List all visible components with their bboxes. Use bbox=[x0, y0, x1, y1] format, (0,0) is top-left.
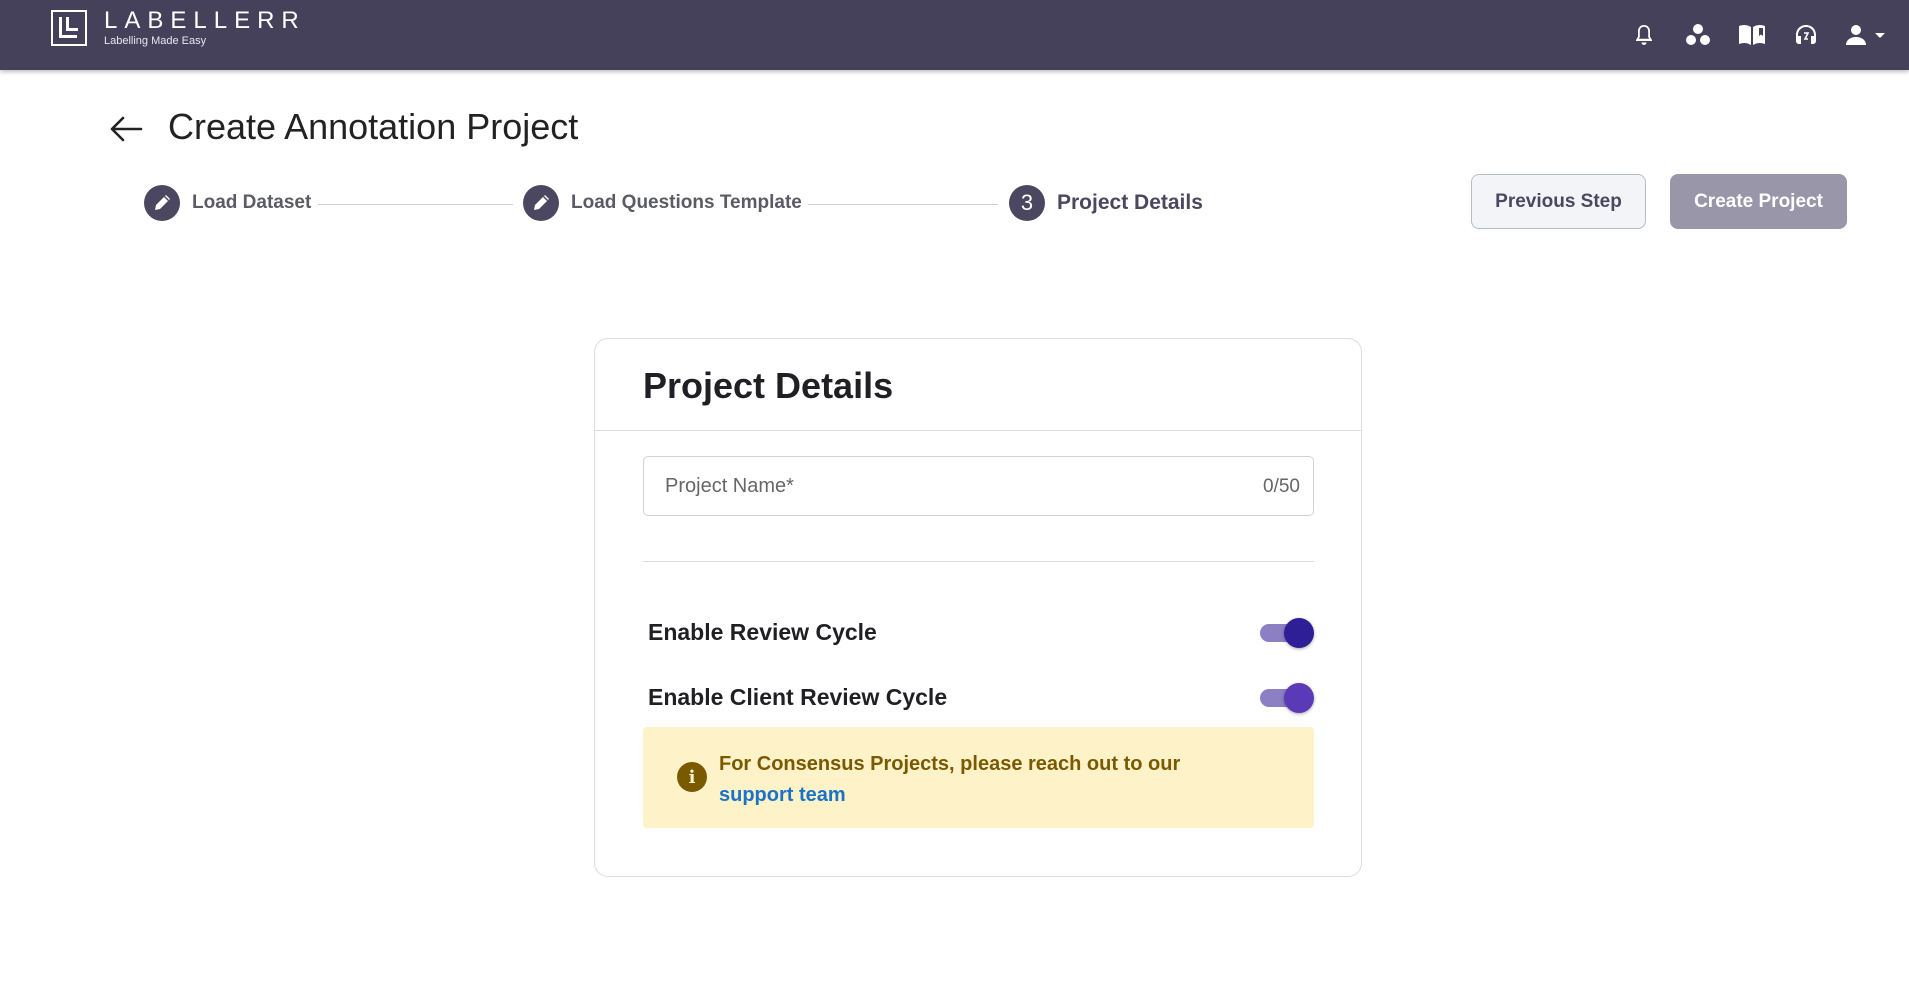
step-load-dataset[interactable]: Load Dataset bbox=[144, 185, 311, 221]
info-message: For Consensus Projects, please reach out… bbox=[719, 749, 1279, 811]
project-details-card: Project Details Project Name* 0/50 Enabl… bbox=[594, 338, 1362, 877]
logo-mark-icon bbox=[51, 10, 87, 46]
character-counter: 0/50 bbox=[1263, 476, 1300, 497]
client-review-cycle-label: Enable Client Review Cycle bbox=[648, 683, 948, 710]
info-icon: i bbox=[677, 762, 707, 792]
divider bbox=[595, 430, 1361, 431]
project-name-field[interactable]: Project Name* 0/50 bbox=[643, 456, 1314, 516]
pencil-icon bbox=[144, 185, 180, 221]
support-headset-icon[interactable] bbox=[1791, 20, 1821, 50]
review-cycle-row: Enable Review Cycle bbox=[648, 614, 1314, 650]
consensus-info-alert: i For Consensus Projects, please reach o… bbox=[643, 727, 1314, 828]
divider bbox=[643, 561, 1314, 562]
review-cycle-toggle[interactable] bbox=[1258, 616, 1314, 648]
review-cycle-label: Enable Review Cycle bbox=[648, 618, 877, 645]
step-label: Project Details bbox=[1057, 191, 1203, 214]
user-account-icon[interactable] bbox=[1845, 20, 1889, 50]
bell-icon[interactable] bbox=[1629, 20, 1659, 50]
brand-tagline: Labelling Made Easy bbox=[104, 35, 207, 47]
workspace-icon[interactable] bbox=[1683, 20, 1713, 50]
project-name-input[interactable] bbox=[644, 457, 1313, 515]
step-label: Load Dataset bbox=[192, 192, 312, 213]
step-connector bbox=[808, 204, 998, 205]
step-label: Load Questions Template bbox=[571, 192, 802, 213]
labellerr-logo[interactable]: LABELLERR Labelling Made Easy bbox=[51, 9, 306, 48]
support-team-link[interactable]: support team bbox=[719, 784, 846, 806]
brand-name: LABELLERR bbox=[104, 7, 306, 34]
info-text: For Consensus Projects, please reach out… bbox=[719, 753, 1181, 775]
step-connector bbox=[318, 204, 513, 205]
client-review-cycle-row: Enable Client Review Cycle bbox=[648, 679, 1314, 715]
docs-book-icon[interactable] bbox=[1737, 20, 1767, 50]
step-number: 3 bbox=[1009, 185, 1045, 221]
client-review-cycle-toggle[interactable] bbox=[1258, 681, 1314, 713]
back-arrow-icon[interactable] bbox=[108, 111, 144, 147]
previous-step-button[interactable]: Previous Step bbox=[1471, 174, 1646, 229]
card-title: Project Details bbox=[643, 365, 894, 406]
create-project-button[interactable]: Create Project bbox=[1670, 174, 1847, 229]
page-title: Create Annotation Project bbox=[168, 106, 579, 147]
step-project-details[interactable]: 3 Project Details bbox=[1009, 185, 1203, 221]
step-load-questions-template[interactable]: Load Questions Template bbox=[523, 185, 802, 221]
top-navbar: LABELLERR Labelling Made Easy bbox=[0, 0, 1909, 70]
chevron-down-icon bbox=[1875, 33, 1885, 38]
pencil-icon bbox=[523, 185, 559, 221]
